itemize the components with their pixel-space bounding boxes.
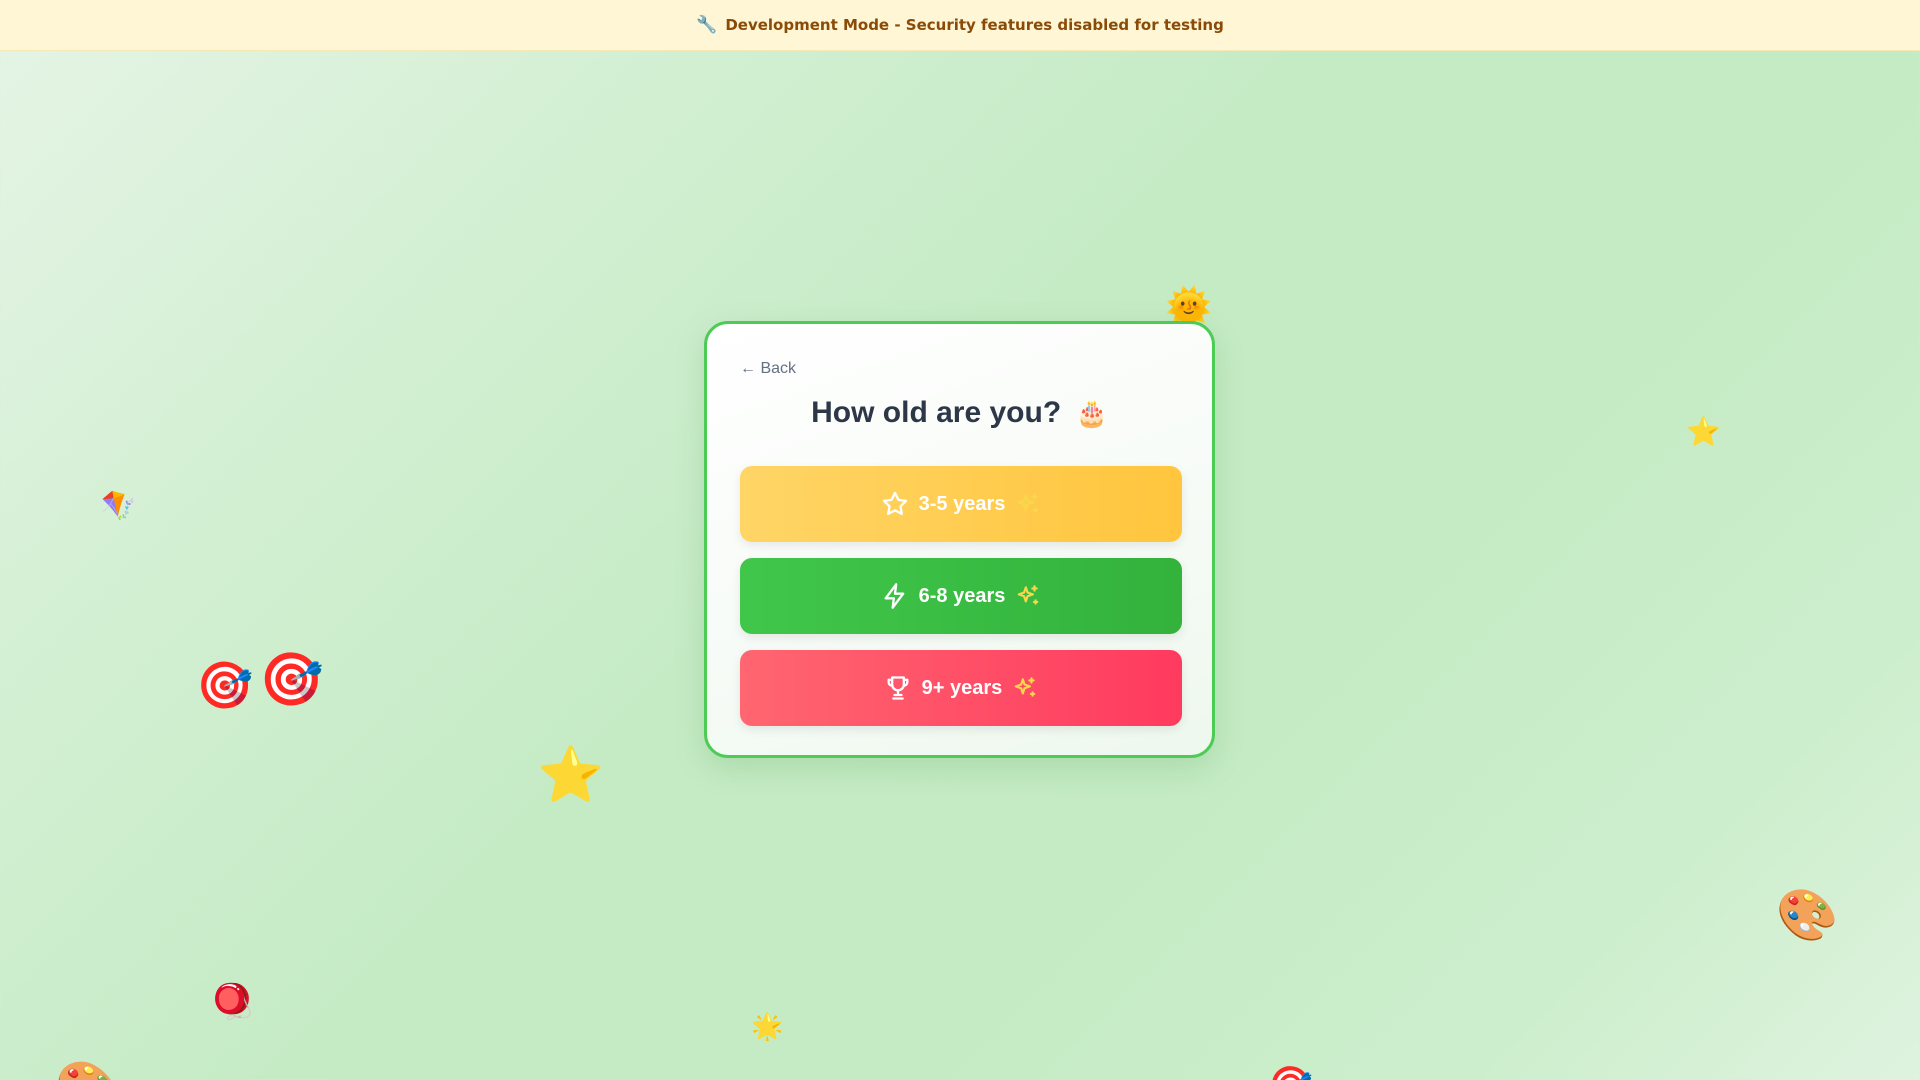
target-decoration-icon: 🎯 — [196, 658, 254, 712]
back-link[interactable]: ← Back — [740, 360, 796, 378]
star-decoration-icon: ⭐ — [537, 743, 605, 806]
age-option-6-8-button[interactable]: 6-8 years — [740, 558, 1182, 634]
wrench-icon: 🔧 — [696, 15, 718, 35]
target-decoration-icon: 🎯 — [1268, 1068, 1313, 1080]
trophy-icon — [884, 674, 912, 702]
sparkles-icon — [1012, 675, 1038, 701]
target-decoration-icon: 🎯 — [259, 650, 324, 710]
dev-mode-banner: 🔧 Development Mode - Security features d… — [0, 0, 1920, 51]
page-title: How old are you? 🎂 — [707, 396, 1212, 430]
star-decoration-icon: ⭐ — [1686, 415, 1721, 448]
kite-decoration-icon: 🪁 — [101, 489, 136, 522]
lightning-icon — [881, 582, 909, 610]
star-outline-icon — [881, 490, 909, 518]
age-option-label: 9+ years — [921, 676, 1003, 699]
sparkles-icon — [1015, 583, 1041, 609]
sparkles-icon — [1015, 491, 1041, 517]
cake-icon: 🎂 — [1075, 399, 1108, 429]
palette-decoration-icon: 🎨 — [1776, 886, 1839, 944]
age-selection-card: ← Back How old are you? 🎂 3-5 years 6-8 … — [704, 321, 1215, 758]
age-option-3-5-button[interactable]: 3-5 years — [740, 466, 1182, 542]
dev-mode-text: Development Mode - Security features dis… — [725, 16, 1224, 34]
sparkle-decoration-icon: 🌟 — [751, 1012, 784, 1042]
palette-decoration-icon: 🎨 — [55, 1063, 120, 1080]
title-text: How old are you? — [811, 396, 1062, 429]
age-option-label: 3-5 years — [918, 492, 1006, 515]
age-option-9-plus-button[interactable]: 9+ years — [740, 650, 1182, 726]
age-option-label: 6-8 years — [918, 584, 1006, 607]
yoyo-decoration-icon: 🪀 — [211, 982, 254, 1022]
